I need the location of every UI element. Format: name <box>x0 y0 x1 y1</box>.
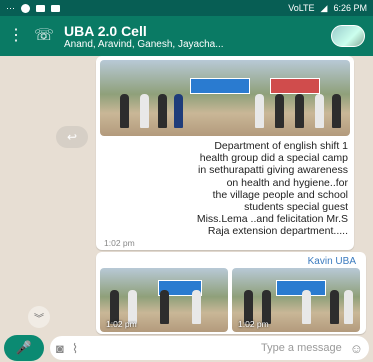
network-label: VoLTE <box>288 3 315 13</box>
message-bubble[interactable]: Department of english shift 1 health gro… <box>96 56 354 250</box>
photo-time: 1:02 pm <box>106 319 137 329</box>
clock: 6:26 PM <box>333 3 367 13</box>
input-bar: 🎤 ◙ ⌇ Type a message ☺ <box>0 334 373 362</box>
reply-icon[interactable]: ↩ <box>56 126 88 148</box>
message-time: 1:02 pm <box>104 238 135 248</box>
message-input[interactable]: ◙ ⌇ Type a message ☺ <box>50 336 369 360</box>
signal-icon: ◢ <box>320 2 328 13</box>
status-bar: ⋯ VoLTE ◢ 6:26 PM <box>0 0 373 16</box>
chat-title-block[interactable]: UBA 2.0 Cell Anand, Aravind, Ganesh, Jay… <box>64 23 321 50</box>
scroll-down-icon[interactable]: ︾ <box>28 306 50 328</box>
group-avatar[interactable] <box>331 25 365 47</box>
mic-icon[interactable]: 🎤 <box>4 335 44 361</box>
menu-icon[interactable]: ⋮ <box>8 28 24 44</box>
emoji-icon[interactable]: ☺ <box>350 342 363 355</box>
message-icon <box>51 4 60 12</box>
camera-icon[interactable]: ◙ <box>56 342 64 355</box>
chat-title: UBA 2.0 Cell <box>64 22 147 39</box>
message-bubble[interactable]: Kavin UBA 1:02 pm 1:02 pm <box>96 252 366 334</box>
add-contact-icon[interactable]: ☏ <box>34 28 54 44</box>
message-photo[interactable]: 1:02 pm <box>232 268 360 332</box>
notification-icon <box>36 4 45 12</box>
message-text: Department of english shift 1 health gro… <box>196 140 348 238</box>
chat-members: Anand, Aravind, Ganesh, Jayacha... <box>64 38 224 50</box>
attach-icon[interactable]: ⌇ <box>72 342 78 355</box>
message-placeholder: Type a message <box>261 342 342 354</box>
message-photo[interactable] <box>100 60 350 136</box>
menu-dots-icon: ⋯ <box>6 2 15 13</box>
chat-header: ⋮ ☏ UBA 2.0 Cell Anand, Aravind, Ganesh,… <box>0 16 373 56</box>
photo-time: 1:02 pm <box>238 319 269 329</box>
sender-name: Kavin UBA <box>307 256 356 267</box>
message-photo[interactable]: 1:02 pm <box>100 268 228 332</box>
chat-area[interactable]: ↩ Department of english shift 1 health g… <box>0 56 373 334</box>
whatsapp-notification-icon <box>21 3 30 13</box>
